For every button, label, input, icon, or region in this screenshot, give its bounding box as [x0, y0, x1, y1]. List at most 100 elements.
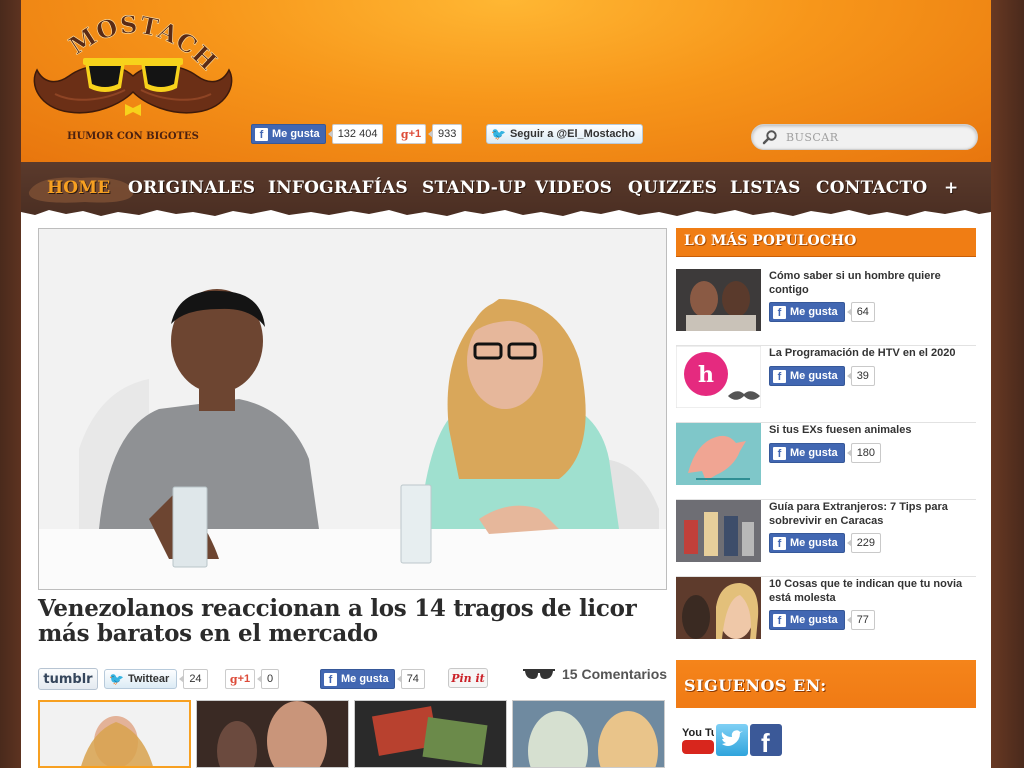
popular-thumb[interactable]: h [676, 346, 761, 408]
popular-thumb[interactable] [676, 269, 761, 331]
facebook-icon: f [255, 127, 268, 141]
svg-text:h: h [698, 362, 714, 388]
facebook-icon: f [773, 305, 786, 319]
tweet-button[interactable]: 🐦 Twittear [104, 669, 178, 689]
fb-like-count: 229 [846, 533, 882, 553]
header-gplus[interactable]: g +1 933 [396, 123, 463, 145]
popular-thumb[interactable] [676, 500, 761, 562]
nav-stand-up[interactable]: STAND-UP [422, 178, 526, 198]
thumb-image: h [676, 346, 761, 408]
nav-more[interactable]: + [944, 178, 958, 198]
fb-like-label: Me gusta [790, 614, 838, 626]
related-thumb-3[interactable] [354, 700, 507, 768]
youtube-icon[interactable]: You Tube [682, 724, 730, 756]
facebook-icon: f [773, 613, 786, 627]
thumb-image [197, 701, 348, 767]
thumb-image [676, 423, 761, 485]
fb-share-label: Me gusta [341, 673, 389, 685]
popular-item[interactable]: h La Programación de HTV en el 2020 f Me … [676, 346, 976, 423]
fb-like-button[interactable]: f Me gusta [769, 533, 845, 553]
facebook-icon[interactable]: f [750, 724, 782, 758]
popular-thumb[interactable] [676, 577, 761, 639]
svg-text:f: f [761, 728, 770, 756]
facebook-icon: f [773, 446, 786, 460]
tumblr-share-button[interactable]: tumblr [38, 668, 98, 690]
fb-like-label: Me gusta [272, 128, 320, 140]
header-fb-like[interactable]: f Me gusta 132 404 [251, 123, 384, 145]
fb-like-button[interactable]: f Me gusta [769, 302, 845, 322]
popular-item[interactable]: Si tus EXs fuesen animales f Me gusta 180 [676, 423, 976, 500]
popular-title-text[interactable]: Cómo saber si un hombre quiere contigo [769, 269, 969, 297]
twitter-follow-button[interactable]: 🐦 Seguir a @El_Mostacho [486, 124, 643, 144]
fb-like-button[interactable]: f Me gusta [251, 124, 326, 144]
facebook-icon: f [773, 536, 786, 550]
nav-videos[interactable]: VIDEOS [535, 178, 612, 198]
popular-like[interactable]: f Me gusta 64 [769, 302, 875, 322]
fb-like-label: Me gusta [790, 306, 838, 318]
thumb-image [676, 577, 761, 639]
popular-title-text[interactable]: 10 Cosas que te indican que tu novia est… [769, 577, 969, 605]
follow-icons: You Tube f [676, 708, 976, 768]
fb-like-button[interactable]: f Me gusta [769, 610, 845, 630]
tweet-label: Twittear [127, 673, 170, 685]
popular-item[interactable]: 10 Cosas que te indican que tu novia est… [676, 577, 976, 654]
site-logo[interactable]: EL MOSTACHO HUMOR CON BIGOTES [25, 4, 240, 154]
popular-title-text[interactable]: La Programación de HTV en el 2020 [769, 346, 969, 360]
fb-like-count: 64 [846, 302, 875, 322]
nav-torn-edge [21, 210, 991, 219]
popular-item[interactable]: Guía para Extranjeros: 7 Tips para sobre… [676, 500, 976, 577]
popular-header: LO MÁS POPULOCHO [676, 228, 976, 257]
popular-title-text[interactable]: Guía para Extranjeros: 7 Tips para sobre… [769, 500, 969, 528]
article-hero-image[interactable] [38, 228, 667, 590]
article-title[interactable]: Venezolanos reaccionan a los 14 tragos d… [38, 596, 668, 646]
nav-listas[interactable]: LISTAS [730, 178, 801, 198]
fb-like-label: Me gusta [790, 447, 838, 459]
nav-infografias[interactable]: INFOGRAFÍAS [268, 178, 408, 198]
search-input[interactable] [786, 129, 971, 146]
popular-like[interactable]: f Me gusta 180 [769, 443, 882, 463]
fb-like-button[interactable]: f Me gusta [769, 366, 845, 386]
youtube-wordmark: You Tube [682, 727, 714, 739]
follow-title: SIGUENOS EN: [684, 676, 827, 695]
twitter-follow-label: Seguir a @El_Mostacho [509, 128, 635, 140]
follow-us-box: SIGUENOS EN: You Tube f [676, 660, 976, 768]
nav-contacto[interactable]: CONTACTO [816, 178, 927, 198]
popular-thumb[interactable] [676, 423, 761, 485]
search-icon[interactable] [762, 129, 778, 145]
nav-quizzes[interactable]: QUIZZES [628, 178, 717, 198]
logo-tagline: HUMOR CON BIGOTES [67, 131, 199, 142]
fb-like-button[interactable]: f Me gusta [769, 443, 845, 463]
nav-originales[interactable]: ORIGINALES [128, 178, 255, 198]
twitter-icon[interactable] [716, 724, 748, 756]
hero-illustration [39, 229, 666, 589]
fb-like-count: 180 [846, 443, 882, 463]
fb-like-button[interactable]: f Me gusta [320, 669, 395, 689]
popular-like[interactable]: f Me gusta 39 [769, 366, 875, 386]
related-thumb-2[interactable] [196, 700, 349, 768]
thumb-image [676, 500, 761, 562]
facebook-icon: f [324, 672, 337, 686]
popular-like[interactable]: f Me gusta 77 [769, 610, 875, 630]
header-twitter-follow[interactable]: 🐦 Seguir a @El_Mostacho [486, 123, 643, 145]
nav-home[interactable]: HOME [47, 178, 110, 198]
fb-share[interactable]: f Me gusta 74 [320, 668, 425, 690]
gplus-label: +1 [408, 128, 422, 140]
thumb-image [40, 702, 189, 766]
thumb-image [355, 701, 506, 767]
comments-link[interactable]: 15 Comentarios [522, 666, 667, 682]
gplus-share[interactable]: g +1 0 [225, 668, 280, 690]
tweet-share[interactable]: 🐦 Twittear 24 [104, 668, 208, 690]
popular-title-text[interactable]: Si tus EXs fuesen animales [769, 423, 969, 437]
related-thumb-1[interactable] [38, 700, 191, 768]
fb-like-label: Me gusta [790, 370, 838, 382]
fb-like-count: 39 [846, 366, 875, 386]
gplus-button[interactable]: g +1 [396, 124, 426, 144]
pinit-button[interactable]: Pin it [448, 668, 488, 688]
popular-item[interactable]: Cómo saber si un hombre quiere contigo f… [676, 269, 976, 346]
search-box[interactable] [751, 124, 978, 150]
related-thumb-4[interactable] [512, 700, 665, 768]
gplus-share-button[interactable]: g +1 [225, 669, 255, 689]
share-bar: tumblr 🐦 Twittear 24 g +1 0 f Me gusta 74… [38, 666, 668, 690]
popular-title: LO MÁS POPULOCHO [684, 233, 857, 249]
popular-like[interactable]: f Me gusta 229 [769, 533, 882, 553]
